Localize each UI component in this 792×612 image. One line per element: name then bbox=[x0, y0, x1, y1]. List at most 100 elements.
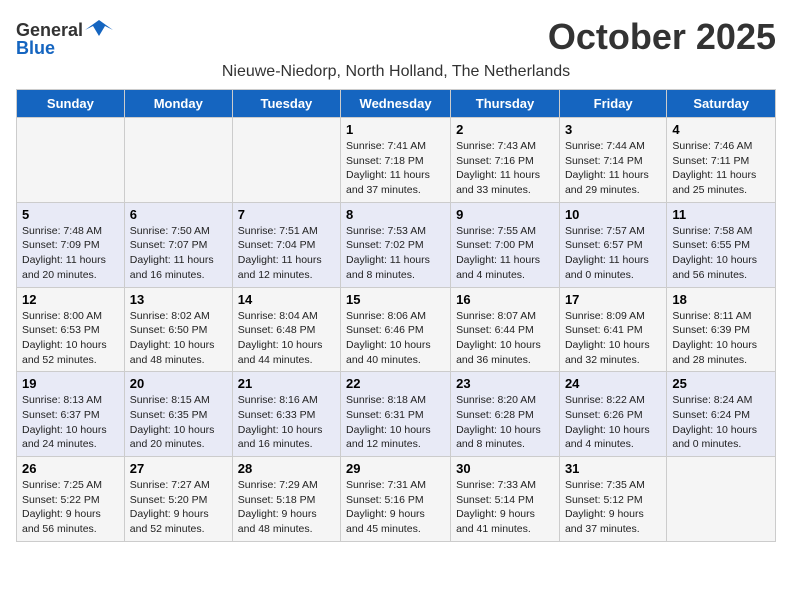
calendar-header-sunday: Sunday bbox=[17, 90, 125, 118]
calendar-header-saturday: Saturday bbox=[667, 90, 776, 118]
day-number: 29 bbox=[346, 461, 445, 476]
header: General Blue October 2025 bbox=[16, 16, 776, 59]
day-number: 11 bbox=[672, 207, 770, 222]
day-info: Sunrise: 8:13 AMSunset: 6:37 PMDaylight:… bbox=[22, 393, 119, 452]
month-title: October 2025 bbox=[548, 16, 776, 58]
day-number: 15 bbox=[346, 292, 445, 307]
calendar-header-wednesday: Wednesday bbox=[341, 90, 451, 118]
day-number: 2 bbox=[456, 122, 554, 137]
calendar-day-17: 17 Sunrise: 8:09 AMSunset: 6:41 PMDayligh… bbox=[559, 287, 666, 372]
calendar-day-14: 14 Sunrise: 8:04 AMSunset: 6:48 PMDayligh… bbox=[232, 287, 340, 372]
day-info: Sunrise: 7:31 AMSunset: 5:16 PMDaylight:… bbox=[346, 478, 445, 537]
day-info: Sunrise: 8:00 AMSunset: 6:53 PMDaylight:… bbox=[22, 309, 119, 368]
day-number: 22 bbox=[346, 376, 445, 391]
calendar-day-8: 8 Sunrise: 7:53 AMSunset: 7:02 PMDaylight… bbox=[341, 202, 451, 287]
day-number: 9 bbox=[456, 207, 554, 222]
calendar-day-31: 31 Sunrise: 7:35 AMSunset: 5:12 PMDayligh… bbox=[559, 457, 666, 542]
day-info: Sunrise: 7:58 AMSunset: 6:55 PMDaylight:… bbox=[672, 224, 770, 283]
day-number: 10 bbox=[565, 207, 661, 222]
calendar-day-29: 29 Sunrise: 7:31 AMSunset: 5:16 PMDayligh… bbox=[341, 457, 451, 542]
day-info: Sunrise: 7:33 AMSunset: 5:14 PMDaylight:… bbox=[456, 478, 554, 537]
day-number: 7 bbox=[238, 207, 335, 222]
day-number: 6 bbox=[130, 207, 227, 222]
day-info: Sunrise: 7:57 AMSunset: 6:57 PMDaylight:… bbox=[565, 224, 661, 283]
day-info: Sunrise: 7:53 AMSunset: 7:02 PMDaylight:… bbox=[346, 224, 445, 283]
calendar-day-15: 15Sunrise: 8:06 AMSunset: 6:46 PMDayligh… bbox=[341, 287, 451, 372]
day-info: Sunrise: 7:29 AMSunset: 5:18 PMDaylight:… bbox=[238, 478, 335, 537]
calendar-day-24: 24Sunrise: 8:22 AMSunset: 6:26 PMDayligh… bbox=[559, 372, 666, 457]
day-number: 26 bbox=[22, 461, 119, 476]
day-number: 24 bbox=[565, 376, 661, 391]
calendar-day-18: 18 Sunrise: 8:11 AMSunset: 6:39 PMDayligh… bbox=[667, 287, 776, 372]
day-number: 16 bbox=[456, 292, 554, 307]
day-number: 5 bbox=[22, 207, 119, 222]
calendar-day-13: 13 Sunrise: 8:02 AMSunset: 6:50 PMDayligh… bbox=[124, 287, 232, 372]
logo-blue: Blue bbox=[16, 38, 55, 59]
day-info: Sunrise: 8:16 AMSunset: 6:33 PMDaylight:… bbox=[238, 393, 335, 452]
day-info: Sunrise: 8:04 AMSunset: 6:48 PMDaylight:… bbox=[238, 309, 335, 368]
day-info: Sunrise: 8:07 AMSunset: 6:44 PMDaylight:… bbox=[456, 309, 554, 368]
calendar-week-row: 5 Sunrise: 7:48 AMSunset: 7:09 PMDaylight… bbox=[17, 202, 776, 287]
calendar-day-23: 23 Sunrise: 8:20 AMSunset: 6:28 PMDayligh… bbox=[451, 372, 560, 457]
day-number: 27 bbox=[130, 461, 227, 476]
calendar-empty-cell bbox=[232, 118, 340, 203]
calendar-header-tuesday: Tuesday bbox=[232, 90, 340, 118]
day-info: Sunrise: 8:20 AMSunset: 6:28 PMDaylight:… bbox=[456, 393, 554, 452]
day-info: Sunrise: 8:02 AMSunset: 6:50 PMDaylight:… bbox=[130, 309, 227, 368]
day-info: Sunrise: 7:43 AMSunset: 7:16 PMDaylight:… bbox=[456, 139, 554, 198]
day-number: 20 bbox=[130, 376, 227, 391]
day-info: Sunrise: 7:51 AMSunset: 7:04 PMDaylight:… bbox=[238, 224, 335, 283]
day-info: Sunrise: 8:18 AMSunset: 6:31 PMDaylight:… bbox=[346, 393, 445, 452]
location-title: Nieuwe-Niedorp, North Holland, The Nethe… bbox=[16, 63, 776, 81]
calendar-day-4: 4Sunrise: 7:46 AMSunset: 7:11 PMDaylight… bbox=[667, 118, 776, 203]
calendar-day-11: 11 Sunrise: 7:58 AMSunset: 6:55 PMDayligh… bbox=[667, 202, 776, 287]
day-info: Sunrise: 8:11 AMSunset: 6:39 PMDaylight:… bbox=[672, 309, 770, 368]
day-number: 23 bbox=[456, 376, 554, 391]
day-info: Sunrise: 7:48 AMSunset: 7:09 PMDaylight:… bbox=[22, 224, 119, 283]
day-number: 21 bbox=[238, 376, 335, 391]
day-info: Sunrise: 7:27 AMSunset: 5:20 PMDaylight:… bbox=[130, 478, 227, 537]
day-number: 12 bbox=[22, 292, 119, 307]
day-number: 18 bbox=[672, 292, 770, 307]
calendar-empty-cell bbox=[124, 118, 232, 203]
calendar-day-30: 30 Sunrise: 7:33 AMSunset: 5:14 PMDayligh… bbox=[451, 457, 560, 542]
calendar-day-28: 28 Sunrise: 7:29 AMSunset: 5:18 PMDayligh… bbox=[232, 457, 340, 542]
calendar-body: 1Sunrise: 7:41 AMSunset: 7:18 PMDaylight… bbox=[17, 118, 776, 542]
calendar-day-9: 9 Sunrise: 7:55 AMSunset: 7:00 PMDaylight… bbox=[451, 202, 560, 287]
calendar-day-10: 10 Sunrise: 7:57 AMSunset: 6:57 PMDayligh… bbox=[559, 202, 666, 287]
calendar-day-3: 3 Sunrise: 7:44 AMSunset: 7:14 PMDaylight… bbox=[559, 118, 666, 203]
calendar-header-thursday: Thursday bbox=[451, 90, 560, 118]
calendar-week-row: 1Sunrise: 7:41 AMSunset: 7:18 PMDaylight… bbox=[17, 118, 776, 203]
calendar-empty-cell bbox=[667, 457, 776, 542]
day-number: 8 bbox=[346, 207, 445, 222]
calendar-day-27: 27 Sunrise: 7:27 AMSunset: 5:20 PMDayligh… bbox=[124, 457, 232, 542]
day-number: 31 bbox=[565, 461, 661, 476]
day-number: 25 bbox=[672, 376, 770, 391]
day-number: 30 bbox=[456, 461, 554, 476]
day-number: 13 bbox=[130, 292, 227, 307]
calendar-header-monday: Monday bbox=[124, 90, 232, 118]
calendar-day-21: 21 Sunrise: 8:16 AMSunset: 6:33 PMDayligh… bbox=[232, 372, 340, 457]
day-number: 19 bbox=[22, 376, 119, 391]
calendar-empty-cell bbox=[17, 118, 125, 203]
day-number: 17 bbox=[565, 292, 661, 307]
day-info: Sunrise: 7:44 AMSunset: 7:14 PMDaylight:… bbox=[565, 139, 661, 198]
day-number: 1 bbox=[346, 122, 445, 137]
day-number: 3 bbox=[565, 122, 661, 137]
logo-bird-icon bbox=[85, 16, 113, 44]
day-info: Sunrise: 8:09 AMSunset: 6:41 PMDaylight:… bbox=[565, 309, 661, 368]
calendar-day-19: 19 Sunrise: 8:13 AMSunset: 6:37 PMDayligh… bbox=[17, 372, 125, 457]
calendar-day-20: 20 Sunrise: 8:15 AMSunset: 6:35 PMDayligh… bbox=[124, 372, 232, 457]
calendar-day-5: 5 Sunrise: 7:48 AMSunset: 7:09 PMDaylight… bbox=[17, 202, 125, 287]
day-info: Sunrise: 8:15 AMSunset: 6:35 PMDaylight:… bbox=[130, 393, 227, 452]
day-number: 14 bbox=[238, 292, 335, 307]
day-info: Sunrise: 7:55 AMSunset: 7:00 PMDaylight:… bbox=[456, 224, 554, 283]
calendar-week-row: 19 Sunrise: 8:13 AMSunset: 6:37 PMDayligh… bbox=[17, 372, 776, 457]
day-number: 4 bbox=[672, 122, 770, 137]
calendar-week-row: 26 Sunrise: 7:25 AMSunset: 5:22 PMDayligh… bbox=[17, 457, 776, 542]
day-info: Sunrise: 7:25 AMSunset: 5:22 PMDaylight:… bbox=[22, 478, 119, 537]
day-info: Sunrise: 7:35 AMSunset: 5:12 PMDaylight:… bbox=[565, 478, 661, 537]
calendar-header-row: SundayMondayTuesdayWednesdayThursdayFrid… bbox=[17, 90, 776, 118]
calendar-day-12: 12 Sunrise: 8:00 AMSunset: 6:53 PMDayligh… bbox=[17, 287, 125, 372]
day-number: 28 bbox=[238, 461, 335, 476]
